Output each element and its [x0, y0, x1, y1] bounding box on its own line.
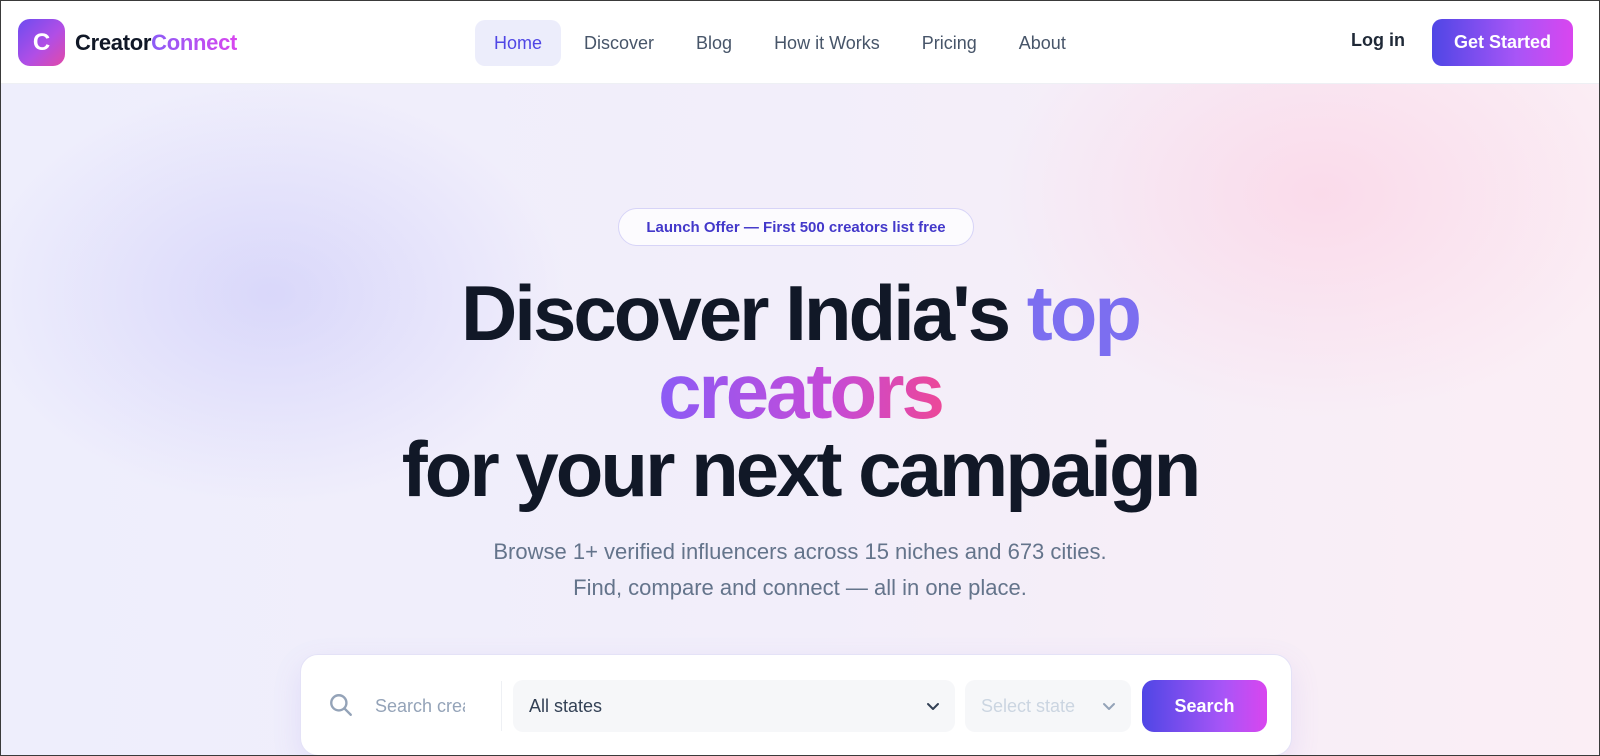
launch-offer-badge: Launch Offer — First 500 creators list f… [618, 208, 974, 246]
nav-about[interactable]: About [1000, 20, 1085, 66]
subtitle-line-2: Find, compare and connect — all in one p… [573, 575, 1027, 600]
headline-line-1: Discover India's top [1, 274, 1599, 352]
browser-viewport: C CreatorConnect Home Discover Blog How … [0, 0, 1600, 756]
search-divider [501, 681, 502, 731]
chevron-down-icon [927, 703, 939, 710]
hero-section: Launch Offer — First 500 creators list f… [1, 84, 1599, 755]
nav-pricing[interactable]: Pricing [903, 20, 996, 66]
nav-home[interactable]: Home [475, 20, 562, 66]
get-started-button[interactable]: Get Started [1432, 19, 1573, 66]
brand-name-part1: Creator [75, 29, 152, 55]
city-select[interactable]: Select state [965, 680, 1131, 732]
brand-logo-icon: C [18, 19, 65, 66]
brand[interactable]: C CreatorConnect [18, 19, 237, 66]
nav-how-it-works[interactable]: How it Works [755, 20, 899, 66]
headline-line-3: for your next campaign [401, 425, 1202, 513]
hero-subtitle: Browse 1+ verified influencers across 15… [1, 534, 1599, 606]
headline-line-2: creators [1, 352, 1599, 430]
headline-part1: Discover India's [460, 269, 1027, 357]
nav-discover[interactable]: Discover [565, 20, 673, 66]
hero-headline: Discover India's top creators for your n… [1, 274, 1599, 508]
search-input[interactable] [375, 681, 465, 731]
subtitle-line-1: Browse 1+ verified influencers across 15… [493, 539, 1107, 564]
city-select-placeholder: Select state [981, 695, 1076, 716]
search-button[interactable]: Search [1142, 680, 1267, 732]
headline-highlight-creators: creators [658, 347, 945, 435]
search-bar: All states Select state Search [300, 654, 1292, 755]
brand-name: CreatorConnect [75, 30, 237, 56]
brand-name-part2: Connect [151, 29, 238, 55]
search-icon [330, 694, 352, 716]
nav-blog[interactable]: Blog [677, 20, 751, 66]
headline-highlight-top: top [1026, 269, 1142, 357]
state-select[interactable]: All states [513, 680, 955, 732]
main-nav: Home Discover Blog How it Works Pricing … [475, 20, 1085, 66]
state-select-value: All states [529, 695, 603, 716]
top-navbar: C CreatorConnect Home Discover Blog How … [1, 1, 1599, 84]
login-link[interactable]: Log in [1351, 30, 1405, 51]
chevron-down-icon [1103, 703, 1115, 710]
